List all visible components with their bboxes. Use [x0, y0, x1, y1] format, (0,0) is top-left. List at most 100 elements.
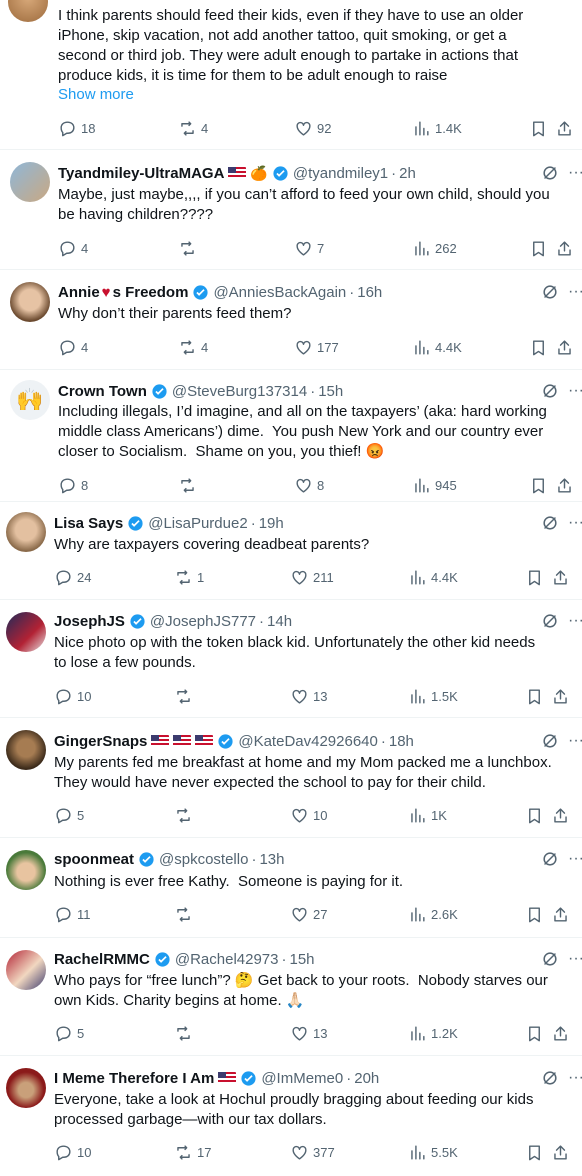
like-button[interactable]: 177: [294, 337, 339, 357]
reply-button[interactable]: 5: [54, 1023, 84, 1043]
like-button[interactable]: 13: [290, 686, 327, 706]
display-name[interactable]: spoonmeat: [54, 851, 134, 868]
timestamp[interactable]: 20h: [354, 1070, 379, 1087]
timestamp[interactable]: 13h: [259, 851, 284, 868]
bookmark-button[interactable]: [525, 904, 548, 924]
repost-button[interactable]: [174, 904, 197, 924]
like-button[interactable]: 10: [290, 805, 327, 825]
more-icon[interactable]: ···: [568, 950, 582, 968]
like-button[interactable]: 27: [290, 904, 327, 924]
more-icon[interactable]: ···: [568, 283, 582, 301]
avatar[interactable]: [6, 850, 46, 890]
display-name[interactable]: GingerSnaps: [54, 733, 147, 750]
bookmark-button[interactable]: [529, 238, 552, 258]
repost-button[interactable]: [174, 805, 197, 825]
grok-icon[interactable]: [540, 849, 560, 869]
grok-icon[interactable]: [540, 731, 560, 751]
repost-button[interactable]: 1: [174, 567, 204, 587]
tweet[interactable]: spoonmeat @spkcostello · 13h ··· Nothing…: [0, 838, 582, 938]
tweet[interactable]: I Meme Therefore I Am @ImMeme0 · 20h ···…: [0, 1056, 582, 1176]
avatar[interactable]: [6, 1068, 46, 1108]
tweet[interactable]: GingerSnaps @KateDav42926640 · 18h ··· M…: [0, 718, 582, 838]
display-name[interactable]: JosephJS: [54, 613, 125, 630]
avatar[interactable]: [6, 730, 46, 770]
bookmark-button[interactable]: [529, 118, 552, 138]
avatar[interactable]: [10, 282, 50, 322]
repost-button[interactable]: [178, 475, 201, 495]
handle[interactable]: @spkcostello: [159, 851, 248, 868]
grok-icon[interactable]: [540, 949, 560, 969]
display-name[interactable]: RachelRMMC: [54, 951, 150, 968]
more-icon[interactable]: ···: [568, 850, 582, 868]
share-button[interactable]: [555, 238, 578, 258]
reply-button[interactable]: 4: [58, 337, 88, 357]
repost-button[interactable]: [178, 238, 201, 258]
tweet[interactable]: RachelRMMC @Rachel42973 · 15h ··· Who pa…: [0, 938, 582, 1056]
grok-icon[interactable]: [540, 1068, 560, 1088]
views-button[interactable]: 945: [412, 475, 457, 495]
like-button[interactable]: 7: [294, 238, 324, 258]
more-icon[interactable]: ···: [568, 732, 582, 750]
display-name[interactable]: Crown Town: [58, 383, 147, 400]
bookmark-button[interactable]: [529, 475, 552, 495]
more-icon[interactable]: ···: [568, 164, 582, 182]
timestamp[interactable]: 16h: [357, 284, 382, 301]
display-name[interactable]: Annie: [58, 284, 100, 301]
repost-button[interactable]: 4: [178, 118, 208, 138]
avatar[interactable]: [6, 950, 46, 990]
avatar[interactable]: [8, 0, 48, 22]
share-button[interactable]: [551, 686, 574, 706]
timestamp[interactable]: 2h: [399, 165, 416, 182]
tweet[interactable]: 🙌 Crown Town @SteveBurg137314 · 15h ··· …: [0, 370, 582, 502]
views-button[interactable]: 1.2K: [408, 1023, 458, 1043]
grok-icon[interactable]: [540, 611, 560, 631]
handle[interactable]: @tyandmiley1: [293, 165, 388, 182]
display-name[interactable]: Lisa Says: [54, 515, 123, 532]
reply-button[interactable]: 24: [54, 567, 91, 587]
repost-button[interactable]: [174, 686, 197, 706]
timestamp[interactable]: 14h: [267, 613, 292, 630]
bookmark-button[interactable]: [525, 805, 548, 825]
repost-button[interactable]: [174, 1023, 197, 1043]
grok-icon[interactable]: [540, 381, 560, 401]
share-button[interactable]: [555, 118, 578, 138]
display-name-suffix[interactable]: s Freedom: [113, 284, 189, 301]
views-button[interactable]: 4.4K: [408, 567, 458, 587]
share-button[interactable]: [551, 1142, 574, 1162]
tweet[interactable]: I think parents should feed their kids, …: [0, 0, 582, 150]
reply-button[interactable]: 5: [54, 805, 84, 825]
tweet[interactable]: Tyandmiley-UltraMAGA 🍊 @tyandmiley1 · 2h…: [0, 150, 582, 270]
share-button[interactable]: [551, 567, 574, 587]
like-button[interactable]: 211: [290, 567, 334, 587]
share-button[interactable]: [551, 904, 574, 924]
views-button[interactable]: 1.5K: [408, 686, 458, 706]
avatar[interactable]: [10, 162, 50, 202]
handle[interactable]: @AnniesBackAgain: [213, 284, 346, 301]
timestamp[interactable]: 15h: [318, 383, 343, 400]
bookmark-button[interactable]: [525, 1142, 548, 1162]
grok-icon[interactable]: [540, 282, 560, 302]
handle[interactable]: @Rachel42973: [175, 951, 279, 968]
bookmark-button[interactable]: [525, 567, 548, 587]
avatar[interactable]: 🙌: [10, 380, 50, 420]
tweet[interactable]: Lisa Says @LisaPurdue2 · 19h ··· Why are…: [0, 502, 582, 600]
views-button[interactable]: 5.5K: [408, 1142, 458, 1162]
like-button[interactable]: 8: [294, 475, 324, 495]
reply-button[interactable]: 8: [58, 475, 88, 495]
views-button[interactable]: 2.6K: [408, 904, 458, 924]
share-button[interactable]: [555, 337, 578, 357]
handle[interactable]: @JosephJS777: [150, 613, 256, 630]
handle[interactable]: @LisaPurdue2: [148, 515, 247, 532]
show-more-link[interactable]: Show more: [58, 86, 134, 103]
reply-button[interactable]: 10: [54, 1142, 91, 1162]
like-button[interactable]: 13: [290, 1023, 327, 1043]
more-icon[interactable]: ···: [568, 1069, 582, 1087]
avatar[interactable]: [6, 612, 46, 652]
bookmark-button[interactable]: [525, 1023, 548, 1043]
timestamp[interactable]: 15h: [290, 951, 315, 968]
repost-button[interactable]: 17: [174, 1142, 211, 1162]
more-icon[interactable]: ···: [568, 612, 582, 630]
views-button[interactable]: 1.4K: [412, 118, 462, 138]
like-button[interactable]: 377: [290, 1142, 335, 1162]
reply-button[interactable]: 11: [54, 904, 91, 924]
